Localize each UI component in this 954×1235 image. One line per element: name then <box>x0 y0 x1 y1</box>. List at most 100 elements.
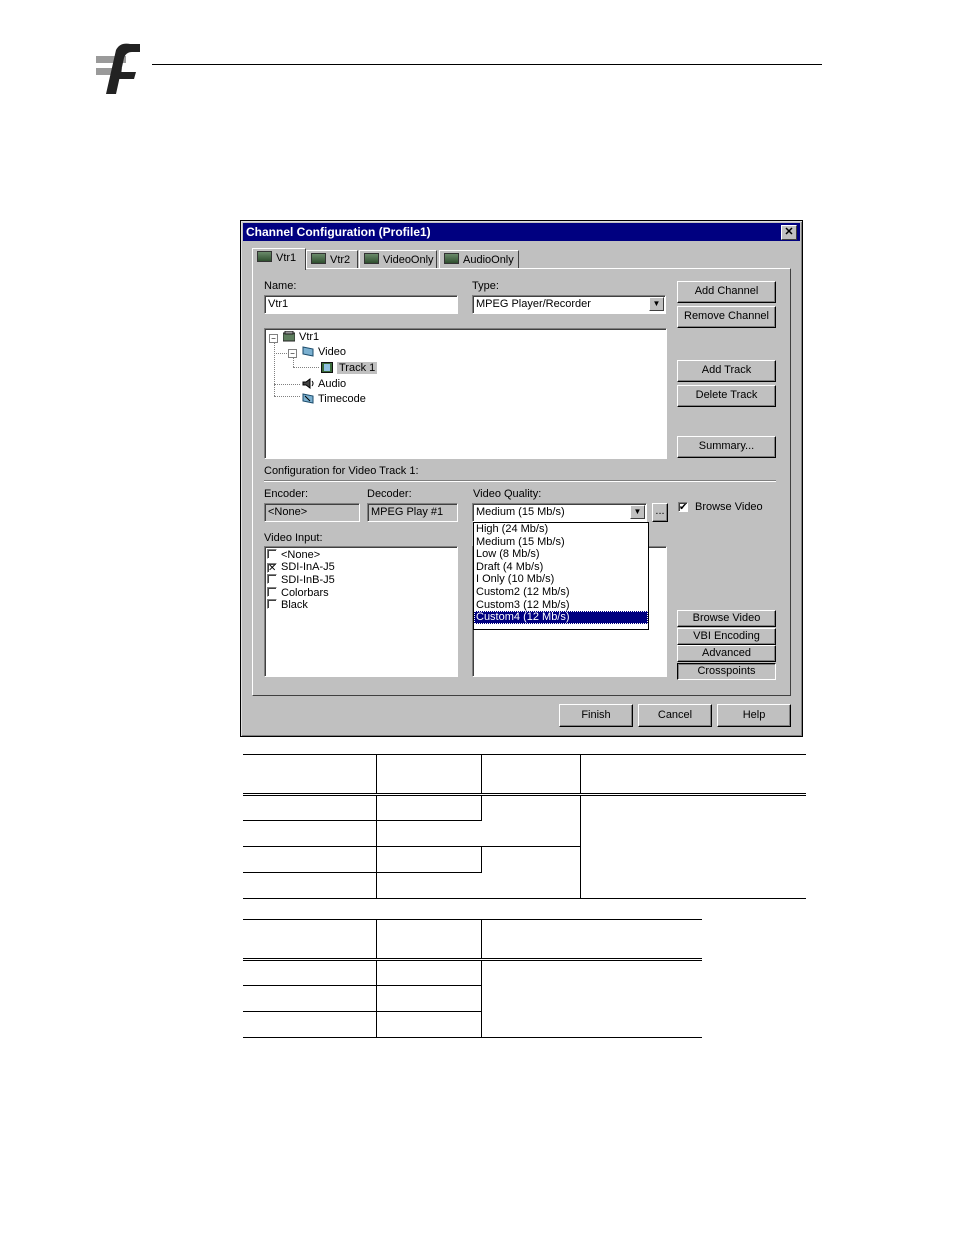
timecode-icon <box>302 393 314 404</box>
title-bar: Channel Configuration (Profile1) ✕ <box>243 223 800 241</box>
video-input-text: Black <box>281 599 308 611</box>
browse-video-label: Browse Video <box>695 501 763 513</box>
tree-connector <box>274 353 287 354</box>
checkbox-checked[interactable]: ✕ <box>267 563 277 574</box>
quality-settings-button[interactable]: ... <box>652 503 668 522</box>
video-quality-value: Medium (15 Mb/s) <box>476 506 565 518</box>
tab-audioonly[interactable]: AudioOnly <box>439 250 519 269</box>
encoder-field: <None> <box>264 503 360 522</box>
tree-label: Vtr1 <box>299 331 320 343</box>
table-row <box>243 794 806 899</box>
video-quality-dropdown[interactable]: High (24 Mb/s) Medium (15 Mb/s) Low (8 M… <box>473 522 649 630</box>
remove-channel-button[interactable]: Remove Channel <box>677 306 776 328</box>
tree-label: Video <box>318 346 346 358</box>
video-input-text: SDI-InB-J5 <box>281 574 335 586</box>
table-row <box>243 959 702 1038</box>
chevron-down-icon[interactable]: ▼ <box>649 297 664 311</box>
video-input-item[interactable]: Black <box>267 599 308 612</box>
add-channel-button[interactable]: Add Channel <box>677 281 776 303</box>
channel-icon <box>444 253 459 264</box>
help-button[interactable]: Help <box>717 704 791 727</box>
quality-option-highlighted[interactable]: Custom4 (12 Mb/s) <box>474 611 648 624</box>
browse-video-checkbox[interactable]: ✔ <box>678 502 688 513</box>
table-header-cell <box>376 754 482 796</box>
close-icon: ✕ <box>784 226 794 238</box>
table-header-cell <box>580 754 806 796</box>
video-quality-select[interactable]: Medium (15 Mb/s) ▼ <box>472 503 647 522</box>
tree-connector <box>293 367 319 368</box>
tree-item-video[interactable]: Video <box>302 345 346 359</box>
channel-icon <box>257 251 272 262</box>
tree-connector <box>274 384 300 385</box>
checkbox[interactable] <box>267 574 277 584</box>
quality-option[interactable]: Draft (4 Mb/s) <box>474 561 648 574</box>
tab-label: VideoOnly <box>383 254 434 266</box>
channel-configuration-dialog: Channel Configuration (Profile1) ✕ Vtr1 … <box>240 220 803 737</box>
video-icon <box>302 346 314 357</box>
config-label: Configuration for Video Track 1: <box>264 465 419 477</box>
tree-item-track1[interactable]: Track 1 <box>321 361 378 375</box>
separator <box>264 480 776 482</box>
video-quality-label: Video Quality: <box>473 488 542 500</box>
table-header-cell <box>243 919 377 961</box>
video-input-text: SDI-InA-J5 <box>281 561 335 573</box>
tree-item-timecode[interactable]: Timecode <box>302 392 366 406</box>
add-track-button[interactable]: Add Track <box>677 360 776 382</box>
tree-connector <box>274 342 275 396</box>
table-header-cell <box>376 919 482 961</box>
quality-option[interactable]: Low (8 Mb/s) <box>474 548 648 561</box>
type-value: MPEG Player/Recorder <box>476 298 591 310</box>
tab-videoonly[interactable]: VideoOnly <box>359 250 437 269</box>
video-input-item[interactable]: SDI-InB-J5 <box>267 574 335 587</box>
dialog-title: Channel Configuration (Profile1) <box>246 225 431 239</box>
tree-label: Track 1 <box>337 362 378 374</box>
checkbox[interactable] <box>267 587 277 597</box>
tab-vtr2[interactable]: Vtr2 <box>306 250 358 269</box>
tree-item-audio[interactable]: Audio <box>302 377 346 391</box>
finish-button[interactable]: Finish <box>559 704 633 727</box>
quality-option[interactable]: Custom2 (12 Mb/s) <box>474 586 648 599</box>
vbi-encoding-button[interactable]: VBI Encoding <box>677 628 776 645</box>
tree-label: Audio <box>318 378 347 390</box>
chevron-down-icon[interactable]: ▼ <box>630 505 645 519</box>
tab-label: Vtr2 <box>330 254 351 266</box>
table-1 <box>243 754 806 899</box>
encoder-label: Encoder: <box>264 488 309 500</box>
quality-option[interactable]: Custom3 (12 Mb/s) <box>474 599 648 612</box>
quality-option[interactable]: I Only (10 Mb/s) <box>474 573 648 586</box>
name-field[interactable]: Vtr1 <box>264 295 458 314</box>
quality-option[interactable]: Medium (15 Mb/s) <box>474 536 648 549</box>
quality-option[interactable]: High (24 Mb/s) <box>474 523 648 536</box>
table-header-cell <box>243 754 377 796</box>
table-header-cell <box>481 754 581 796</box>
tree-label: Timecode <box>318 393 366 405</box>
video-input-item[interactable]: Colorbars <box>267 587 329 600</box>
close-button[interactable]: ✕ <box>781 225 797 240</box>
browse-video-button[interactable]: Browse Video <box>677 610 776 627</box>
company-logo <box>96 42 140 94</box>
delete-track-button[interactable]: Delete Track <box>677 385 776 407</box>
film-icon <box>321 362 333 373</box>
cancel-button[interactable]: Cancel <box>638 704 712 727</box>
video-input-text: <None> <box>281 549 321 561</box>
channel-icon <box>311 253 326 264</box>
summary-button[interactable]: Summary... <box>677 436 776 458</box>
tab-label: Vtr1 <box>276 252 297 264</box>
advanced-button[interactable]: Advanced <box>677 645 776 662</box>
tree-item-vtr1[interactable]: Vtr1 <box>283 330 319 344</box>
tree-connector <box>293 357 294 367</box>
decoder-label: Decoder: <box>367 488 412 500</box>
tab-vtr1[interactable]: Vtr1 <box>252 248 306 270</box>
video-input-item[interactable]: ✕ SDI-InA-J5 <box>267 561 335 574</box>
checkbox[interactable] <box>267 549 277 559</box>
table-2 <box>243 919 702 1038</box>
crosspoints-button[interactable]: Crosspoints <box>677 663 776 680</box>
decoder-field: MPEG Play #1 <box>367 503 458 522</box>
type-select[interactable]: MPEG Player/Recorder ▼ <box>472 295 666 314</box>
speaker-icon <box>302 378 314 389</box>
tab-label: AudioOnly <box>463 254 514 266</box>
checkbox[interactable] <box>267 599 277 609</box>
video-input-item[interactable]: <None> <box>267 549 320 562</box>
video-input-text: Colorbars <box>281 587 329 599</box>
channel-icon <box>364 253 379 264</box>
